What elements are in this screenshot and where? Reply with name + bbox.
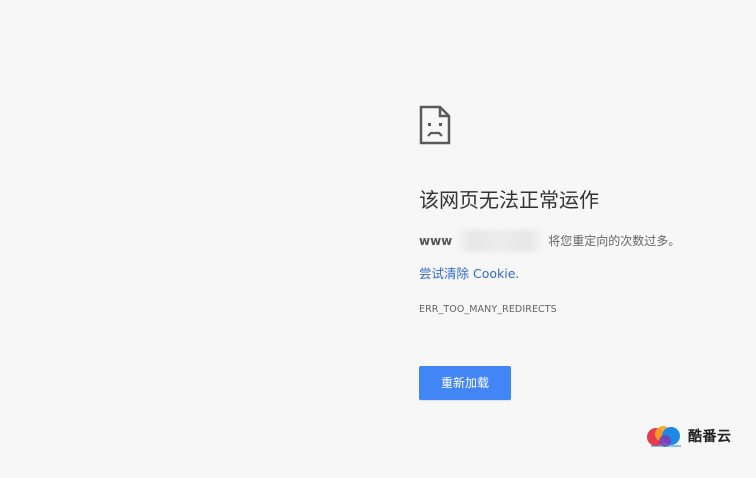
kufan-cloud-logo (647, 426, 681, 447)
redacted-domain (454, 230, 547, 252)
page-title: 该网页无法正常运作 (419, 188, 599, 212)
reload-button[interactable]: 重新加载 (419, 366, 511, 400)
sad-page-icon (419, 105, 451, 145)
error-message: www 将您重定向的次数过多。 (419, 230, 680, 252)
message-suffix: 将您重定向的次数过多。 (548, 234, 681, 248)
watermark: 酷番云 (645, 425, 732, 447)
domain-prefix: www (419, 234, 453, 248)
watermark-text: 酷番云 (688, 429, 732, 445)
clear-cookies-link[interactable]: 尝试清除 Cookie. (419, 265, 519, 283)
error-code: ERR_TOO_MANY_REDIRECTS (419, 304, 557, 315)
